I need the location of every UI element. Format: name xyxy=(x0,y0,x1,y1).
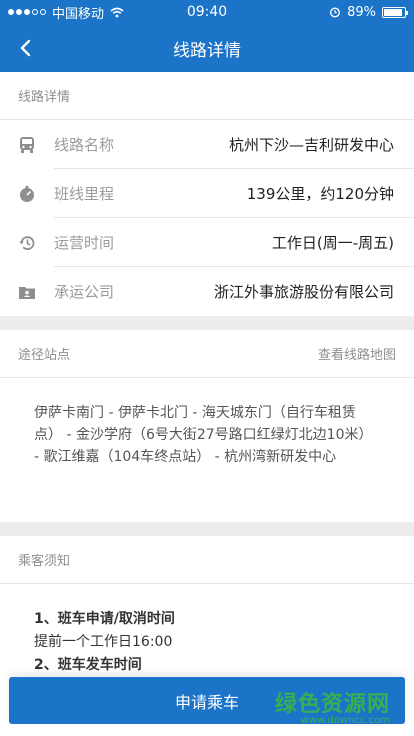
operating-time-label: 运营时间 xyxy=(54,234,115,252)
view-route-map-link[interactable]: 查看线路地图 xyxy=(318,344,396,363)
route-details-card: 线路详情 线路名称 杭州下沙—吉利研发中心 班线里程 139公里，约120分钟 xyxy=(0,72,414,316)
company-folder-icon xyxy=(18,283,36,301)
operating-time-row: 运营时间 工作日(周一-周五) xyxy=(0,218,414,267)
carrier-name: 中国移动 xyxy=(52,6,105,22)
wifi-icon xyxy=(110,7,124,17)
carrier-company-label: 承运公司 xyxy=(54,283,115,301)
status-time: 09:40 xyxy=(186,4,228,20)
alarm-icon xyxy=(330,7,341,18)
route-name-value: 杭州下沙—吉利研发中心 xyxy=(228,136,394,154)
signal-dot xyxy=(40,9,46,15)
battery-percent: 89% xyxy=(347,4,376,20)
notice-item-text: 提前一个工作日16:00 xyxy=(34,634,173,650)
route-name-label: 线路名称 xyxy=(54,136,115,154)
route-name-row: 线路名称 杭州下沙—吉利研发中心 xyxy=(0,120,414,169)
chevron-left-icon xyxy=(20,39,31,57)
watermark-url: www.downcc.com xyxy=(300,715,390,726)
notice-header: 乘客须知 xyxy=(0,536,414,584)
carrier-company-value: 浙江外事旅游股份有限公司 xyxy=(213,283,394,301)
battery-fill xyxy=(384,8,402,16)
notice-title: 乘客须知 xyxy=(18,554,71,569)
section-title: 线路详情 xyxy=(18,90,71,105)
header-bar: 中国移动 09:40 89% 线路详情 xyxy=(0,0,414,72)
stops-header: 途径站点 查看线路地图 xyxy=(0,330,414,378)
watermark-text: 绿色资源网 xyxy=(274,692,390,717)
back-button[interactable] xyxy=(12,34,40,62)
notice-item-title: 1、班车申请/取消时间 xyxy=(34,611,175,627)
signal-dot xyxy=(32,9,38,15)
signal-dot xyxy=(16,9,22,15)
history-icon xyxy=(18,234,36,252)
stops-title: 途径站点 xyxy=(18,348,71,363)
bus-icon xyxy=(18,136,36,154)
page-title: 线路详情 xyxy=(173,40,241,61)
nav-bar: 线路详情 xyxy=(0,24,414,72)
distance-value: 139公里，约120分钟 xyxy=(246,185,394,203)
distance-label: 班线里程 xyxy=(54,185,115,203)
notice-item-title: 2、班车发车时间 xyxy=(34,657,142,673)
battery-icon xyxy=(382,6,408,18)
carrier-company-row: 承运公司 浙江外事旅游股份有限公司 xyxy=(0,267,414,316)
status-bar: 中国移动 09:40 89% xyxy=(0,0,414,24)
status-left: 中国移动 xyxy=(8,3,148,22)
distance-icon xyxy=(18,185,36,203)
operating-time-value: 工作日(周一-周五) xyxy=(271,234,394,252)
stops-list-text: 伊萨卡南门 - 伊萨卡北门 - 海天城东门（自行车租赁点） - 金沙学府（6号大… xyxy=(34,405,373,465)
signal-icon xyxy=(8,9,46,15)
stops-card: 途径站点 查看线路地图 伊萨卡南门 - 伊萨卡北门 - 海天城东门（自行车租赁点… xyxy=(0,330,414,522)
watermark-logo: 绿色资源网 www.downcc.com xyxy=(275,686,390,726)
signal-dot xyxy=(24,9,30,15)
notice-content: 1、班车申请/取消时间 提前一个工作日16:00 2、班车发车时间 xyxy=(0,584,414,677)
status-right: 89% xyxy=(266,4,408,20)
distance-row: 班线里程 139公里，约120分钟 xyxy=(0,169,414,218)
section-header: 线路详情 xyxy=(0,72,414,120)
signal-dot xyxy=(8,9,14,15)
